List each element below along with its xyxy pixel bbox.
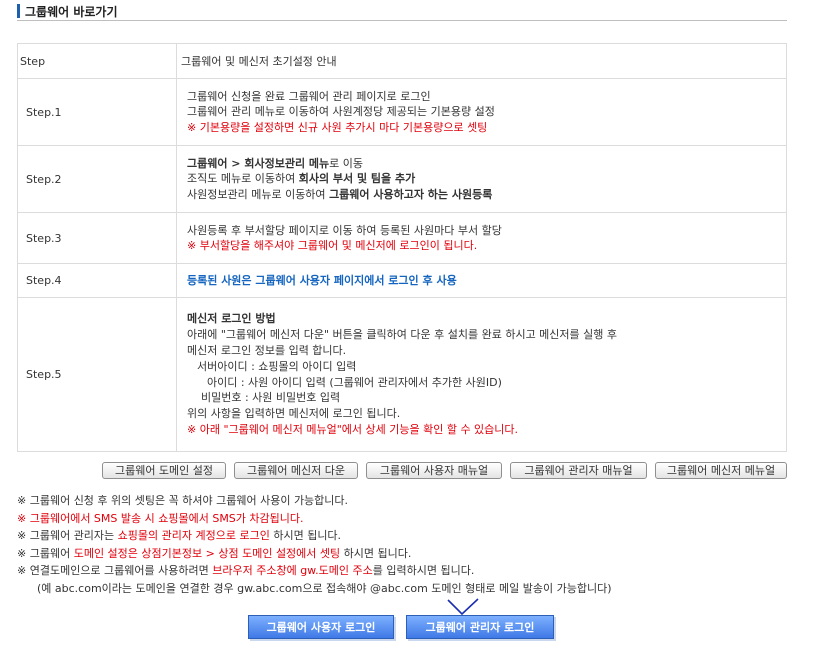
table-row: Step.4 등록된 사원은 그룹웨어 사용자 페이지에서 로그인 후 사용 <box>17 263 787 298</box>
step-description: 그룹웨어 > 회사정보관리 메뉴로 이동 조직도 메뉴로 이동하여 회사의 부서… <box>176 145 787 213</box>
domain-setting-button[interactable]: 그룹웨어 도메인 설정 <box>102 462 226 479</box>
desc-line: 서버아이디 : 쇼핑몰의 아이디 입력 <box>197 359 357 373</box>
notice-text: 하시면 됩니다. <box>340 546 412 560</box>
table-row: Step.1 그룹웨어 신청을 완료 그룹웨어 관리 페이지로 로그인 그룹웨어… <box>17 78 787 146</box>
step-label: Step.5 <box>17 297 177 452</box>
step-label: Step.4 <box>17 263 177 298</box>
step-label: Step.2 <box>17 145 177 213</box>
step-label: Step.1 <box>17 78 177 146</box>
notice-highlight: 쇼핑몰의 관리자 계정으로 로그인 <box>117 529 270 542</box>
notice-list: ※ 그룹웨어 신청 후 위의 셋팅은 꼭 하셔야 그룹웨어 사용이 가능합니다.… <box>17 492 797 597</box>
notice-item: ※ 그룹웨어 도메인 설정은 상점기본정보 > 상점 도메인 설정에서 셋팅 하… <box>17 545 797 563</box>
notice-text: ※ 그룹웨어 <box>17 546 74 560</box>
manual-button-row: 그룹웨어 도메인 설정 그룹웨어 메신저 다운 그룹웨어 사용자 매뉴얼 그룹웨… <box>0 462 813 482</box>
title-accent-bar <box>17 4 20 18</box>
section-header: 그룹웨어 바로가기 <box>17 2 787 21</box>
desc-text: 사원정보관리 메뉴로 이동하여 <box>187 187 330 201</box>
step-description: 등록된 사원은 그룹웨어 사용자 페이지에서 로그인 후 사용 <box>176 263 787 298</box>
desc-line: 위의 사항을 입력하면 메신저에 로그인 됩니다. <box>187 407 401 421</box>
notice-item: ※ 그룹웨어에서 SMS 발송 시 쇼핑몰에서 SMS가 차감됩니다. <box>17 511 304 525</box>
desc-bold: 그룹웨어 사용하고자 하는 사원등록 <box>329 187 493 201</box>
admin-manual-button[interactable]: 그룹웨어 관리자 매뉴얼 <box>510 462 647 479</box>
table-row: Step.5 메신저 로그인 방법 아래에 "그룹웨어 메신저 다운" 버튼을 … <box>17 297 787 452</box>
desc-bold: 그룹웨어 > 회사정보관리 메뉴 <box>187 156 330 170</box>
desc-line: 그룹웨어 > 회사정보관리 메뉴로 이동 <box>187 156 776 172</box>
notice-highlight: 브라우저 주소창에 gw.도메인 주소 <box>212 564 373 577</box>
desc-line: 비밀번호 : 사원 비밀번호 입력 <box>201 391 341 405</box>
admin-login-button[interactable]: 그룹웨어 관리자 로그인 <box>406 615 554 639</box>
desc-text: 로 이동 <box>329 156 364 170</box>
messenger-manual-button[interactable]: 그룹웨어 메신저 메뉴얼 <box>655 462 787 479</box>
desc-bold: 회사의 부서 및 팀을 추가 <box>298 172 416 186</box>
desc-line: 그룹웨어 관리 메뉴로 이동하여 사원계정당 제공되는 기본용량 설정 <box>187 105 495 119</box>
desc-line: 그룹웨어 신청을 완료 그룹웨어 관리 페이지로 로그인 <box>187 89 431 103</box>
header-description: 그룹웨어 및 메신저 초기설정 안내 <box>176 43 787 79</box>
section-title: 그룹웨어 바로가기 <box>25 5 118 19</box>
pointer-mark-icon <box>447 598 479 616</box>
header-step: Step <box>17 43 177 79</box>
table-row: Step.2 그룹웨어 > 회사정보관리 메뉴로 이동 조직도 메뉴로 이동하여… <box>17 145 787 213</box>
desc-line: 아이디 : 사원 아이디 입력 (그룹웨어 관리자에서 추가한 사원ID) <box>207 375 502 389</box>
table-header-row: Step 그룹웨어 및 메신저 초기설정 안내 <box>17 43 787 79</box>
notice-text: ※ 연결도메인으로 그룹웨어를 사용하려면 <box>17 564 213 577</box>
desc-line: 사원등록 후 부서할당 페이지로 이동 하여 등록된 사원마다 부서 할당 <box>187 223 502 237</box>
step-label: Step.3 <box>17 212 177 264</box>
desc-line: 메신저 로그인 정보를 입력 합니다. <box>187 343 347 357</box>
step-description: 그룹웨어 신청을 완료 그룹웨어 관리 페이지로 로그인 그룹웨어 관리 메뉴로… <box>176 78 787 146</box>
warning-line: ※ 아래 "그룹웨어 메신저 메뉴얼"에서 상세 기능을 확인 할 수 있습니다… <box>187 422 519 436</box>
notice-example: (예 abc.com이라는 도메인을 연결한 경우 gw.abc.com으로 접… <box>37 581 612 595</box>
step-description: 메신저 로그인 방법 아래에 "그룹웨어 메신저 다운" 버튼을 클릭하여 다운… <box>176 297 787 452</box>
desc-heading: 메신저 로그인 방법 <box>187 312 276 326</box>
warning-line: ※ 부서할당을 해주셔야 그룹웨어 및 메신저에 로그인이 됩니다. <box>187 239 478 252</box>
notice-item: ※ 연결도메인으로 그룹웨어를 사용하려면 브라우저 주소창에 gw.도메인 주… <box>17 562 797 580</box>
notice-item: ※ 그룹웨어 신청 후 위의 셋팅은 꼭 하셔야 그룹웨어 사용이 가능합니다. <box>17 494 349 507</box>
messenger-download-button[interactable]: 그룹웨어 메신저 다운 <box>234 462 358 479</box>
desc-line: 조직도 메뉴로 이동하여 회사의 부서 및 팀을 추가 <box>187 171 776 187</box>
desc-line: 사원정보관리 메뉴로 이동하여 그룹웨어 사용하고자 하는 사원등록 <box>187 187 776 203</box>
desc-text: 조직도 메뉴로 이동하여 <box>187 172 299 186</box>
notice-text: 하시면 됩니다. <box>269 529 342 542</box>
notice-item: ※ 그룹웨어 관리자는 쇼핑몰의 관리자 계정으로 로그인 하시면 됩니다. <box>17 527 797 545</box>
table-row: Step.3 사원등록 후 부서할당 페이지로 이동 하여 등록된 사원마다 부… <box>17 212 787 264</box>
setup-guide-table: Step 그룹웨어 및 메신저 초기설정 안내 Step.1 그룹웨어 신청을 … <box>17 43 787 452</box>
desc-line: 아래에 "그룹웨어 메신저 다운" 버튼을 클릭하여 다운 후 설치를 완료 하… <box>187 328 618 342</box>
user-manual-button[interactable]: 그룹웨어 사용자 매뉴얼 <box>366 462 502 479</box>
step-description: 사원등록 후 부서할당 페이지로 이동 하여 등록된 사원마다 부서 할당 ※ … <box>176 212 787 264</box>
notice-text: ※ 그룹웨어 관리자는 <box>17 529 118 542</box>
user-login-button[interactable]: 그룹웨어 사용자 로그인 <box>248 615 394 639</box>
notice-text: 를 입력하시면 됩니다. <box>372 564 475 577</box>
highlight-line: 등록된 사원은 그룹웨어 사용자 페이지에서 로그인 후 사용 <box>187 273 457 287</box>
notice-highlight: 도메인 설정은 상점기본정보 > 상점 도메인 설정에서 셋팅 <box>73 546 341 560</box>
warning-line: ※ 기본용량을 설정하면 신규 사원 추가시 마다 기본용량으로 셋팅 <box>187 120 488 134</box>
